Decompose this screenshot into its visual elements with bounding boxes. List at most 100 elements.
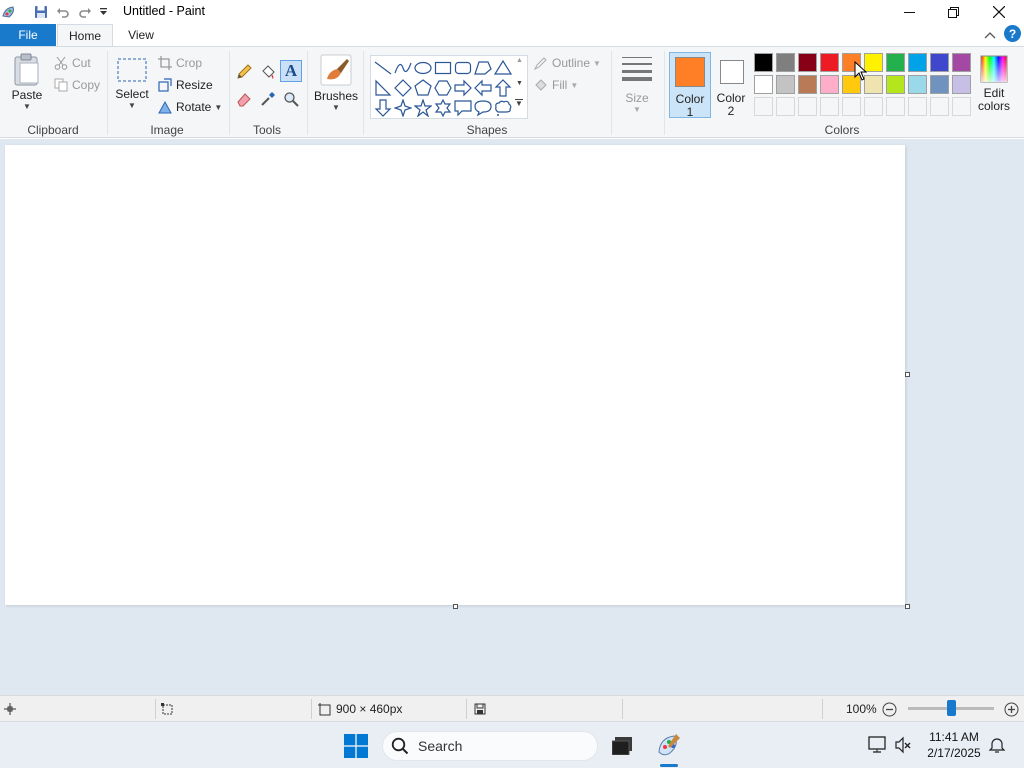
select-dropdown-icon[interactable]: ▼ (128, 101, 136, 110)
triangle-shape-icon[interactable] (493, 58, 513, 78)
taskbar-search-box[interactable]: Search (382, 731, 598, 761)
curve-shape-icon[interactable] (393, 58, 413, 78)
line-shape-icon[interactable] (373, 58, 393, 78)
palette-custom-slot[interactable] (798, 97, 817, 116)
tab-file[interactable]: File (0, 24, 56, 46)
zoom-slider-thumb[interactable] (947, 700, 956, 716)
palette-custom-slot[interactable] (820, 97, 839, 116)
paste-dropdown-icon[interactable]: ▼ (23, 102, 31, 111)
palette-swatch[interactable] (908, 75, 927, 94)
crop-button[interactable]: Crop (158, 54, 202, 72)
oval-shape-icon[interactable] (413, 58, 433, 78)
shapes-scroll-down-icon[interactable]: ▼ (516, 80, 523, 87)
color2-button[interactable]: Color 2 (713, 52, 749, 118)
customize-quick-access-icon[interactable] (97, 3, 109, 21)
palette-swatch[interactable] (798, 75, 817, 94)
palette-swatch[interactable] (930, 53, 949, 72)
palette-swatch[interactable] (754, 75, 773, 94)
brushes-dropdown-icon[interactable]: ▼ (332, 103, 340, 112)
windows-start-icon[interactable] (344, 734, 368, 761)
zoom-slider-track[interactable] (908, 700, 994, 716)
palette-swatch[interactable] (820, 75, 839, 94)
down-arrow-shape-icon[interactable] (373, 98, 393, 118)
cloud-callout-shape-icon[interactable] (493, 98, 513, 118)
pencil-icon[interactable] (233, 61, 255, 83)
zoom-out-button[interactable] (882, 701, 897, 717)
rotate-button[interactable]: Rotate ▼ (158, 98, 222, 116)
text-tool-icon[interactable]: A (280, 60, 302, 82)
palette-swatch[interactable] (886, 53, 905, 72)
paint-taskbar-button[interactable] (654, 731, 684, 767)
network-icon[interactable] (867, 736, 887, 757)
canvas-resize-handle-right[interactable] (905, 372, 910, 377)
save-icon[interactable] (32, 3, 50, 21)
size-button[interactable]: Size ▼ (618, 55, 656, 114)
shapes-expand-icon[interactable]: ▼ (515, 99, 523, 108)
palette-custom-slot[interactable] (908, 97, 927, 116)
volume-muted-icon[interactable] (894, 736, 912, 757)
shapes-scroll-up-icon[interactable]: ▲ (516, 57, 523, 64)
palette-custom-slot[interactable] (952, 97, 971, 116)
magnifier-icon[interactable] (280, 88, 302, 110)
six-point-star-shape-icon[interactable] (433, 98, 453, 118)
canvas-resize-handle-corner[interactable] (905, 604, 910, 609)
palette-swatch[interactable] (952, 75, 971, 94)
fill-bucket-icon[interactable] (257, 61, 279, 83)
palette-swatch[interactable] (754, 53, 773, 72)
edit-colors-button[interactable]: Edit colors (975, 55, 1013, 113)
hexagon-shape-icon[interactable] (433, 78, 453, 98)
resize-button[interactable]: Resize (158, 76, 213, 94)
palette-swatch[interactable] (952, 53, 971, 72)
rotate-dropdown-icon[interactable]: ▼ (214, 103, 222, 112)
palette-custom-slot[interactable] (754, 97, 773, 116)
color-picker-icon[interactable] (257, 88, 279, 110)
palette-custom-slot[interactable] (930, 97, 949, 116)
notifications-icon[interactable] (988, 736, 1006, 757)
drawing-canvas[interactable] (5, 145, 905, 605)
palette-swatch[interactable] (930, 75, 949, 94)
outline-button[interactable]: Outline ▼ (534, 54, 601, 72)
close-button[interactable] (976, 0, 1022, 24)
four-point-star-shape-icon[interactable] (393, 98, 413, 118)
right-arrow-shape-icon[interactable] (453, 78, 473, 98)
rounded-rectangle-shape-icon[interactable] (453, 58, 473, 78)
canvas-resize-handle-bottom[interactable] (453, 604, 458, 609)
polygon-shape-icon[interactable] (473, 58, 493, 78)
palette-swatch[interactable] (798, 53, 817, 72)
right-triangle-shape-icon[interactable] (373, 78, 393, 98)
collapse-ribbon-icon[interactable] (984, 28, 996, 42)
palette-swatch[interactable] (908, 53, 927, 72)
help-icon[interactable]: ? (1004, 25, 1021, 42)
palette-custom-slot[interactable] (776, 97, 795, 116)
zoom-in-button[interactable] (1004, 701, 1019, 717)
tab-view[interactable]: View (118, 24, 164, 46)
left-arrow-shape-icon[interactable] (473, 78, 493, 98)
oval-callout-shape-icon[interactable] (473, 98, 493, 118)
redo-icon[interactable] (76, 3, 94, 21)
paste-button[interactable]: Paste ▼ (8, 53, 46, 111)
palette-custom-slot[interactable] (842, 97, 861, 116)
pentagon-shape-icon[interactable] (413, 78, 433, 98)
palette-swatch[interactable] (776, 75, 795, 94)
five-point-star-shape-icon[interactable] (413, 98, 433, 118)
fill-button[interactable]: Fill ▼ (534, 76, 578, 94)
color1-button[interactable]: Color 1 (669, 52, 711, 119)
rect-callout-shape-icon[interactable] (453, 98, 473, 118)
cut-button[interactable]: Cut (54, 54, 91, 72)
up-arrow-shape-icon[interactable] (493, 78, 513, 98)
copy-button[interactable]: Copy (54, 76, 100, 94)
minimize-button[interactable] (886, 0, 932, 24)
eraser-icon[interactable] (233, 88, 255, 110)
palette-swatch[interactable] (886, 75, 905, 94)
rectangle-shape-icon[interactable] (433, 58, 453, 78)
palette-custom-slot[interactable] (886, 97, 905, 116)
palette-custom-slot[interactable] (864, 97, 883, 116)
system-clock[interactable]: 11:41 AM 2/17/2025 (920, 729, 988, 761)
palette-swatch[interactable] (776, 53, 795, 72)
paint-app-icon[interactable] (0, 3, 18, 21)
select-button[interactable]: Select ▼ (113, 57, 151, 110)
palette-swatch[interactable] (820, 53, 839, 72)
undo-icon[interactable] (54, 3, 72, 21)
tab-home[interactable]: Home (57, 24, 113, 47)
diamond-shape-icon[interactable] (393, 78, 413, 98)
